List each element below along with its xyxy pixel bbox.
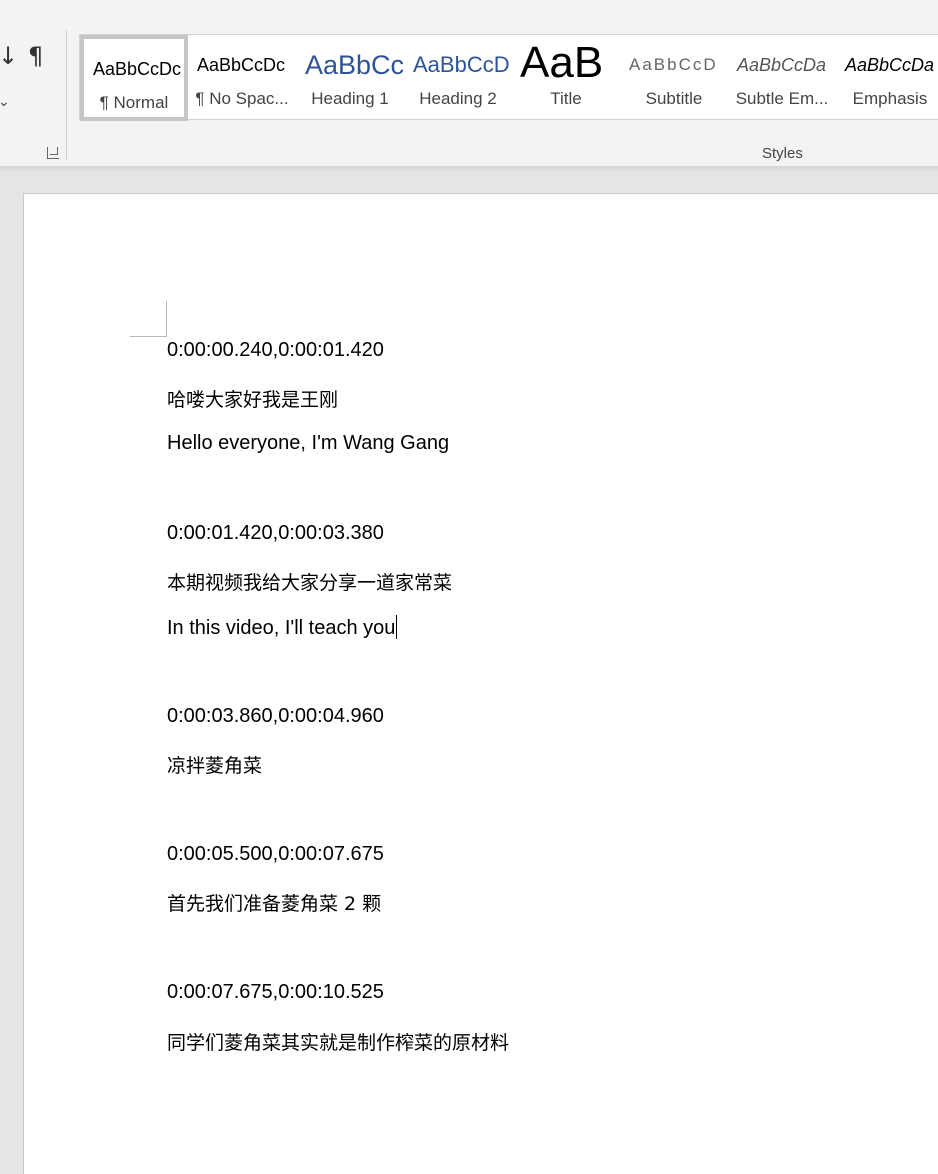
- style-preview: AaBbCcDa: [845, 55, 935, 75]
- english-subtitle-line[interactable]: In this video, I'll teach you: [167, 615, 398, 640]
- text-cursor: [396, 615, 398, 639]
- style-title[interactable]: AaB Title: [512, 35, 620, 121]
- timestamp-line[interactable]: 0:00:05.500,0:00:07.675: [167, 843, 384, 866]
- styles-gallery: AaBbCcDc ¶ Normal AaBbCcDc ¶ No Spac... …: [79, 34, 938, 121]
- style-name: ¶ Normal: [99, 93, 169, 112]
- style-name: ¶ No Spac...: [195, 89, 289, 108]
- style-heading-2[interactable]: AaBbCcD Heading 2: [404, 35, 512, 121]
- styles-group-label: Styles: [762, 145, 803, 162]
- chinese-subtitle-line[interactable]: 首先我们准备菱角菜 2 颗: [167, 889, 381, 916]
- style-name: Title: [550, 89, 582, 108]
- style-name: Emphasis: [852, 89, 928, 108]
- style-preview: AaBbCcDc: [197, 55, 286, 75]
- timestamp-line[interactable]: 0:00:01.420,0:00:03.380: [167, 522, 384, 545]
- chinese-subtitle-line[interactable]: 凉拌菱角菜: [167, 751, 262, 778]
- style-preview: AaB: [520, 39, 604, 87]
- style-preview: AaBbCcD: [629, 55, 718, 74]
- chinese-subtitle-line[interactable]: 哈喽大家好我是王刚: [167, 385, 338, 412]
- style-preview: AaBbCcDc: [93, 59, 182, 79]
- chinese-subtitle-line[interactable]: 本期视频我给大家分享一道家常菜: [167, 568, 452, 595]
- timestamp-line[interactable]: 0:00:03.860,0:00:04.960: [167, 705, 384, 728]
- style-preview: AaBbCcD: [413, 52, 510, 77]
- timestamp-line[interactable]: 0:00:00.240,0:00:01.420: [167, 339, 384, 362]
- timestamp-line[interactable]: 0:00:07.675,0:00:10.525: [167, 981, 384, 1004]
- paragraph-dialog-launcher-icon[interactable]: [47, 147, 59, 159]
- english-subtitle-line[interactable]: Hello everyone, I'm Wang Gang: [167, 432, 449, 455]
- style-no-spacing[interactable]: AaBbCcDc ¶ No Spac...: [188, 35, 296, 121]
- style-emphasis[interactable]: AaBbCcDa Emphasis: [836, 35, 938, 121]
- ribbon-shadow: [0, 166, 938, 172]
- chinese-subtitle-line[interactable]: 同学们菱角菜其实就是制作榨菜的原材料: [167, 1028, 509, 1055]
- english-subtitle-text: In this video, I'll teach you: [167, 617, 396, 639]
- ribbon: ↓ ¶ ⌄ AaBbCcDc ¶ Normal AaBbCcDc ¶ No Sp…: [0, 0, 938, 167]
- group-separator: [66, 30, 67, 160]
- style-preview: AaBbCc: [305, 50, 404, 80]
- style-name: Subtitle: [645, 89, 703, 108]
- margin-corner-mark: [130, 301, 167, 337]
- style-subtle-emphasis[interactable]: AaBbCcDa Subtle Em...: [728, 35, 836, 121]
- document-page[interactable]: [23, 193, 938, 1174]
- style-normal[interactable]: AaBbCcDc ¶ Normal: [80, 35, 188, 121]
- style-subtitle[interactable]: AaBbCcD Subtitle: [620, 35, 728, 121]
- style-heading-1[interactable]: AaBbCc Heading 1: [296, 35, 404, 121]
- show-formatting-marks-icon[interactable]: ¶: [28, 42, 43, 70]
- style-preview: AaBbCcDa: [737, 55, 827, 75]
- sort-icon[interactable]: ↓: [0, 42, 18, 70]
- style-name: Subtle Em...: [735, 89, 829, 108]
- style-name: Heading 1: [311, 89, 389, 108]
- chevron-down-icon[interactable]: ⌄: [0, 94, 10, 110]
- style-name: Heading 2: [419, 89, 497, 108]
